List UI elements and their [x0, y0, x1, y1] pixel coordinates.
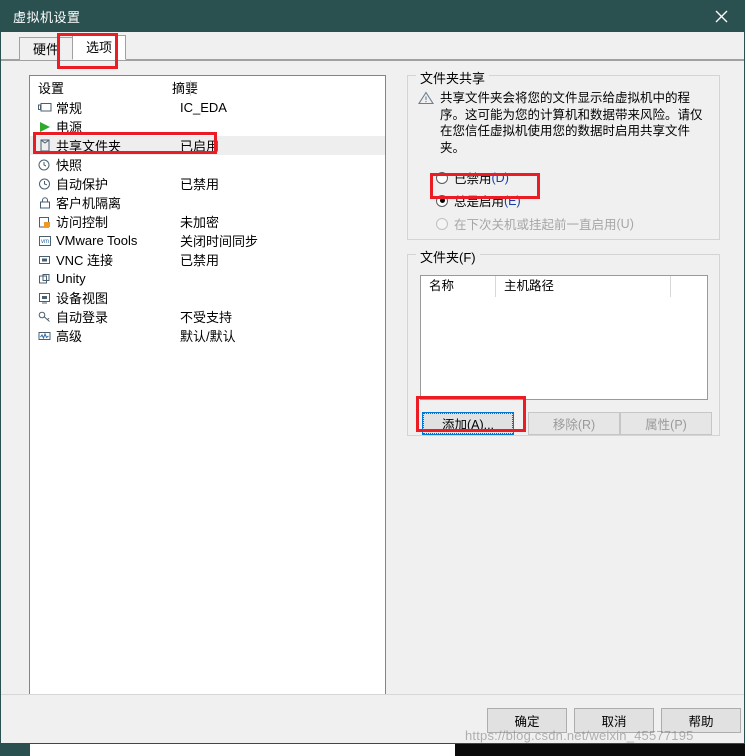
- list-item-label: 共享文件夹: [56, 139, 122, 154]
- key-icon: [38, 309, 56, 324]
- unity-icon: [38, 271, 56, 286]
- list-item-general[interactable]: 常规 IC_EDA: [30, 98, 385, 117]
- header-divider: [190, 80, 191, 96]
- settings-list[interactable]: 设置 摘要 常规 IC_EDA 电源 共享文件夹 已启用 快照 自动保护 已禁用…: [29, 75, 386, 697]
- folders-group-title: 文件夹(F): [416, 247, 480, 266]
- warning-triangle-icon: [417, 90, 440, 156]
- list-item-label: 设备视图: [56, 291, 109, 306]
- list-item-unity[interactable]: Unity: [30, 269, 385, 288]
- list-item-access-control[interactable]: 访问控制 未加密: [30, 212, 385, 231]
- list-item-summary: IC_EDA: [180, 100, 227, 115]
- sharing-warning: 共享文件夹会将您的文件显示给虚拟机中的程序。这可能为您的计算机和数据带来风险。请…: [417, 90, 709, 156]
- add-folder-button-label: 添加(A)...: [423, 413, 513, 434]
- list-item-summary: 已禁用: [180, 253, 220, 268]
- vm-settings-dialog: 虚拟机设置 硬件 选项 设置 摘要 常规 IC_EDA 电源 共享文件夹 已启用…: [0, 0, 745, 744]
- list-item-snapshot[interactable]: 快照: [30, 155, 385, 174]
- radio-label: 在下次关机或挂起前一直启用: [454, 218, 617, 232]
- list-item-vmware-tools[interactable]: vm VMware Tools 关闭时间同步: [30, 231, 385, 250]
- radio-indicator: [436, 217, 448, 230]
- clock-icon: [38, 176, 56, 191]
- radio-mnemonic: (E): [504, 193, 521, 208]
- list-item-label: Unity: [56, 271, 86, 286]
- vm-tools-icon: vm: [38, 233, 56, 248]
- folder-properties-button[interactable]: 属性(P): [620, 412, 712, 435]
- list-item-summary: 已禁用: [180, 177, 220, 192]
- radio-disabled[interactable]: 已禁用 (D): [436, 168, 509, 187]
- remove-folder-button-label: 移除(R): [552, 418, 596, 432]
- backdrop-dark-strip: [455, 744, 745, 756]
- list-item-auto-protect[interactable]: 自动保护 已禁用: [30, 174, 385, 193]
- list-item-advanced[interactable]: 高级 默认/默认: [30, 326, 385, 345]
- remove-folder-button[interactable]: 移除(R): [528, 412, 620, 435]
- list-item-vnc-connection[interactable]: VNC 连接 已禁用: [30, 250, 385, 269]
- monitor-icon: [38, 100, 56, 115]
- column-header-name: 名称: [421, 276, 496, 297]
- watermark-text: https://blog.csdn.net/weixin_45577195: [465, 728, 694, 743]
- list-item-label: 电源: [56, 120, 83, 135]
- radio-always-enabled[interactable]: 总是启用 (E): [436, 191, 521, 210]
- folders-table-header: 名称 主机路径: [421, 276, 707, 298]
- vnc-icon: [38, 252, 56, 267]
- close-icon: [715, 10, 728, 23]
- column-header-settings: 设置: [38, 80, 65, 96]
- svg-text:vm: vm: [41, 239, 49, 245]
- radio-label: 已禁用: [454, 172, 492, 186]
- list-item-label: 常规: [56, 101, 83, 116]
- device-view-icon: [38, 290, 56, 305]
- list-item-label: 自动登录: [56, 310, 109, 325]
- list-item-label: 高级: [56, 329, 83, 344]
- list-item-label: VMware Tools: [56, 233, 138, 248]
- advanced-icon: [38, 328, 56, 343]
- list-item-summary: 默认/默认: [180, 329, 236, 344]
- list-item-guest-isolation[interactable]: 客户机隔离: [30, 193, 385, 212]
- folder-sharing-group: 文件夹共享 共享文件夹会将您的文件显示给虚拟机中的程序。这可能为您的计算机和数据…: [407, 68, 720, 240]
- list-item-auto-login[interactable]: 自动登录 不受支持: [30, 307, 385, 326]
- content-panel: 设置 摘要 常规 IC_EDA 电源 共享文件夹 已启用 快照 自动保护 已禁用…: [1, 60, 744, 697]
- radio-indicator: [436, 194, 448, 207]
- list-item-shared-folders[interactable]: 共享文件夹 已启用: [30, 136, 385, 155]
- tab-strip: 硬件 选项: [1, 32, 744, 60]
- window-title: 虚拟机设置: [13, 10, 81, 25]
- list-item-summary: 不受支持: [180, 310, 233, 325]
- radio-label: 总是启用: [454, 195, 505, 209]
- backdrop-teal-strip: [0, 744, 30, 756]
- folder-sharing-group-title: 文件夹共享: [416, 68, 490, 87]
- column-header-host-path: 主机路径: [496, 276, 671, 297]
- folder-icon: [38, 138, 56, 153]
- list-item-summary: 未加密: [180, 215, 220, 230]
- list-item-label: 自动保护: [56, 177, 109, 192]
- desktop-backdrop: [0, 744, 745, 756]
- lock-icon: [38, 195, 56, 210]
- title-bar: 虚拟机设置: [1, 1, 744, 32]
- settings-list-header: 设置 摘要: [30, 76, 385, 98]
- access-lock-icon: [38, 214, 56, 229]
- column-header-extra: [671, 276, 707, 297]
- list-item-label: VNC 连接: [56, 253, 114, 268]
- list-item-label: 快照: [56, 158, 83, 173]
- close-button[interactable]: [698, 1, 744, 32]
- column-header-summary: 摘要: [172, 80, 199, 96]
- list-item-power[interactable]: 电源: [30, 117, 385, 136]
- snapshot-icon: [38, 157, 56, 172]
- tab-hardware[interactable]: 硬件: [19, 37, 74, 60]
- list-item-device-view[interactable]: 设备视图: [30, 288, 385, 307]
- power-play-icon: [38, 119, 56, 134]
- sharing-warning-text: 共享文件夹会将您的文件显示给虚拟机中的程序。这可能为您的计算机和数据带来风险。请…: [440, 91, 703, 155]
- list-item-label: 客户机隔离: [56, 196, 122, 211]
- list-item-summary: 关闭时间同步: [180, 234, 259, 249]
- folder-properties-button-label: 属性(P): [645, 418, 687, 432]
- list-item-label: 访问控制: [56, 215, 109, 230]
- radio-mnemonic: (U): [616, 216, 634, 231]
- folders-group: 文件夹(F) 名称 主机路径 添加(A)... 移除(R) 属性(P): [407, 247, 720, 436]
- radio-indicator: [436, 171, 448, 184]
- radio-until-shutdown: 在下次关机或挂起前一直启用 (U): [436, 214, 634, 233]
- folders-table[interactable]: 名称 主机路径: [420, 275, 708, 400]
- add-folder-button[interactable]: 添加(A)...: [422, 412, 514, 435]
- tab-options[interactable]: 选项: [72, 35, 127, 60]
- radio-mnemonic: (D): [491, 170, 509, 185]
- list-item-summary: 已启用: [180, 139, 220, 154]
